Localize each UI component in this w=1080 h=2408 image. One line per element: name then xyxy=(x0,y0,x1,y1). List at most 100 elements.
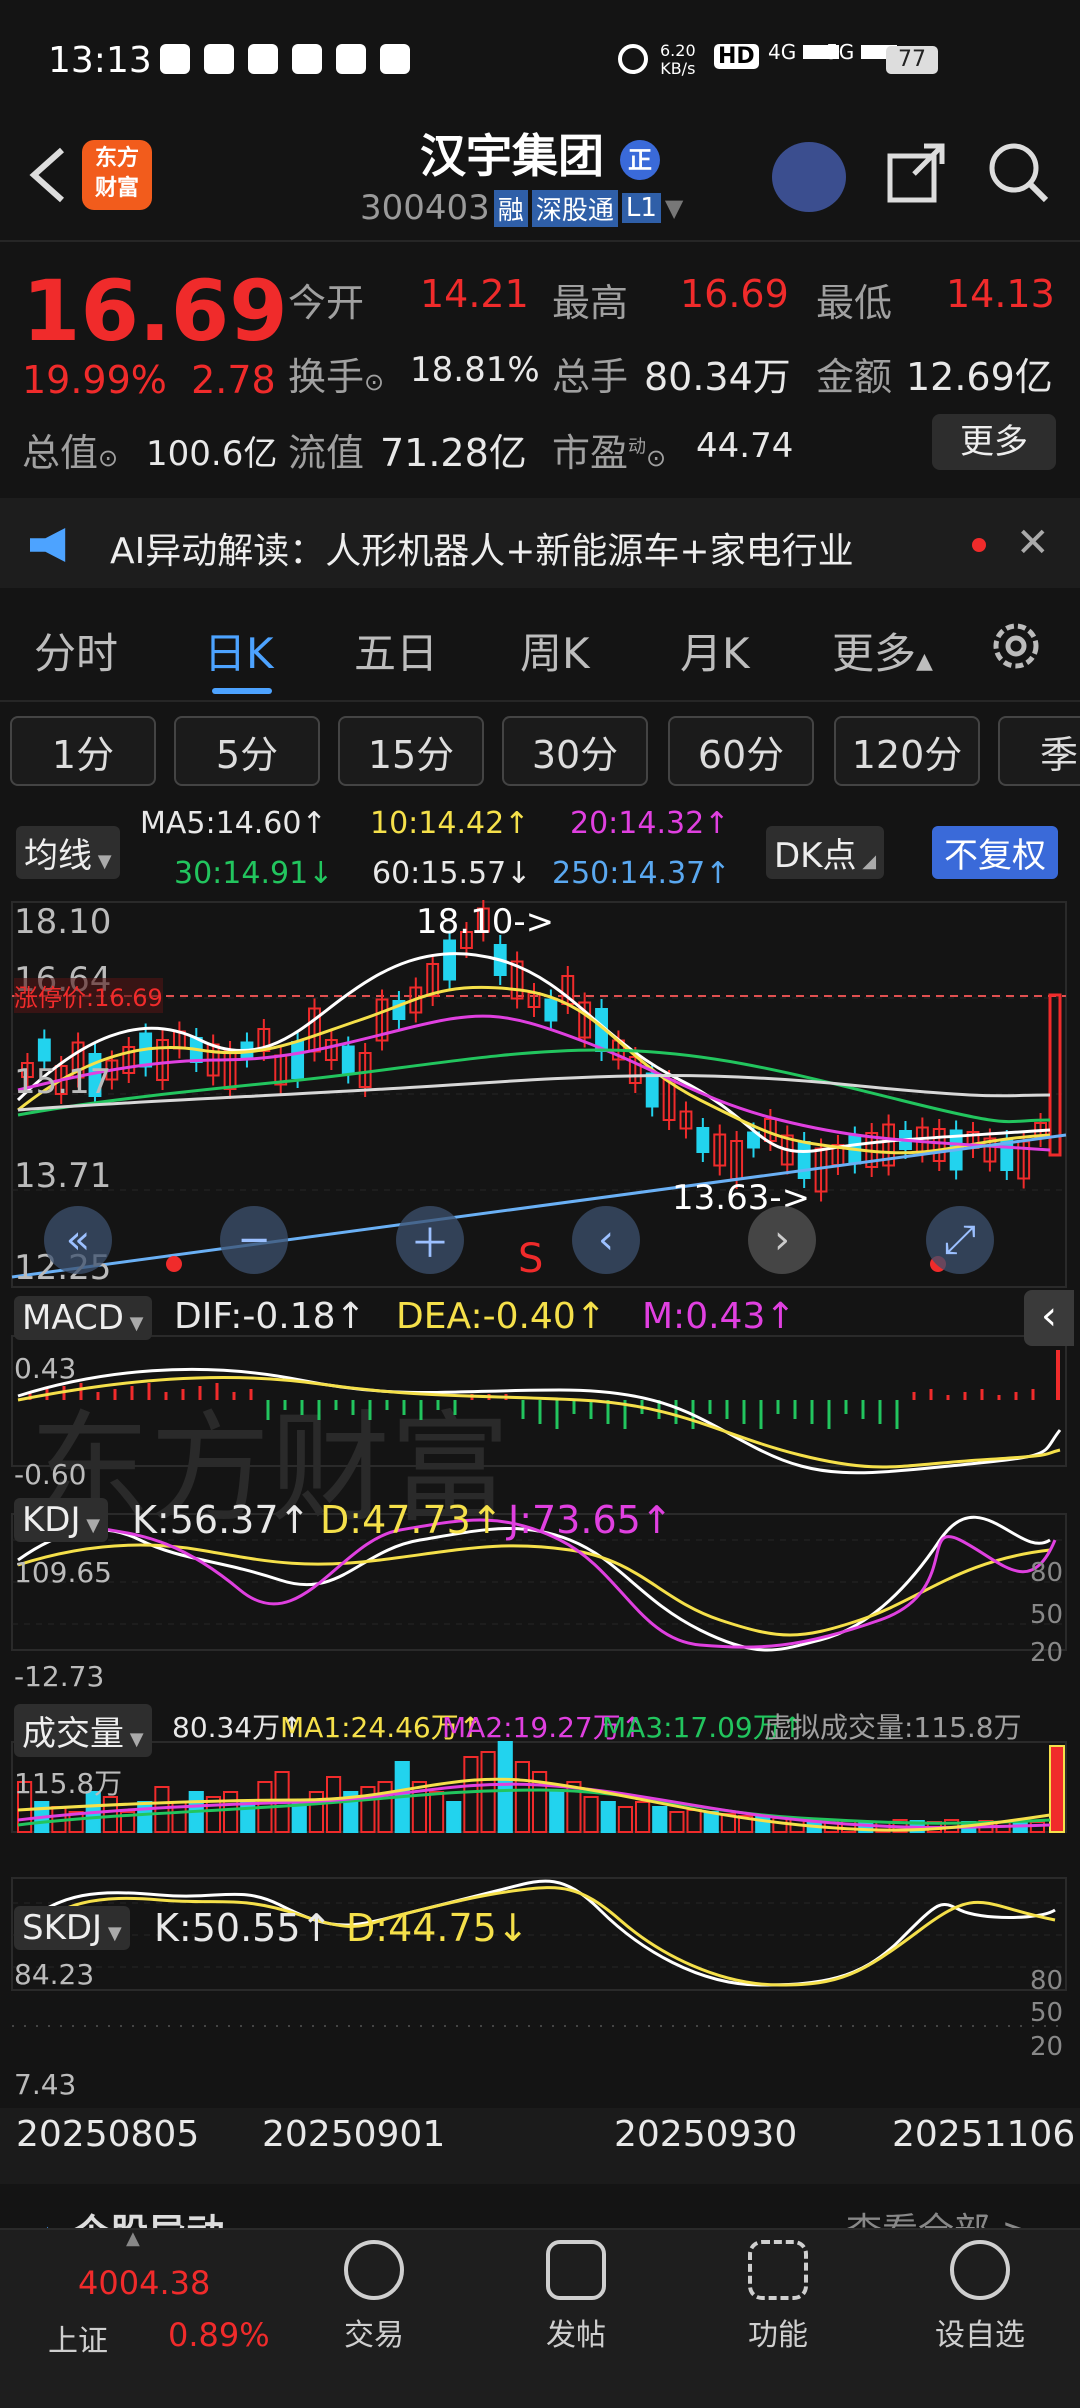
volume-bars xyxy=(17,1741,1065,1833)
logo-line2: 财富 xyxy=(94,176,139,201)
expand-icon: ⤢ xyxy=(944,1217,976,1263)
macd-axis-top: 0.43 xyxy=(14,1352,77,1385)
kdj-k: K:56.37↑ xyxy=(132,1498,311,1542)
app-icon xyxy=(248,44,278,74)
connect-tag: 深股通 xyxy=(531,189,618,227)
ma250-value: 250:14.37↑ xyxy=(552,856,731,891)
open-value: 14.21 xyxy=(420,272,529,316)
dk-point-select[interactable]: DK点 ◢ xyxy=(766,826,885,879)
zoom-in-button[interactable]: ＋ xyxy=(396,1206,464,1274)
nav-trade[interactable]: 交易 xyxy=(294,2240,454,2354)
fullscreen-button[interactable]: ⤢ xyxy=(926,1206,994,1274)
partial-section-header[interactable]: ▲ 个股异动 查看全部 > xyxy=(0,2184,1080,2228)
macd-select[interactable]: MACD ▼ xyxy=(14,1296,152,1340)
info-icon: ⊙ xyxy=(646,444,667,472)
virtual-volume: 虚拟成交量:115.8万 xyxy=(764,1711,1022,1744)
fuquan-button[interactable]: 不复权 xyxy=(932,826,1058,879)
tab-monthly-k[interactable]: 月K xyxy=(680,620,750,681)
ai-banner-text[interactable]: AI异动解读：人形机器人+新能源车+家电行业 xyxy=(110,522,854,574)
tab-more[interactable]: 更多▲ xyxy=(832,620,933,681)
unread-dot xyxy=(972,538,986,552)
skdj-select[interactable]: SKDJ ▼ xyxy=(14,1906,130,1950)
volume-bar xyxy=(686,1809,702,1833)
skdj-k: K:50.55↑ xyxy=(154,1906,333,1950)
chevron-left-icon: ‹ xyxy=(1041,1293,1057,1339)
logo-line1: 东方 xyxy=(94,146,139,171)
volume-bar xyxy=(617,1806,633,1833)
open-label: 今开 xyxy=(288,281,365,325)
period-15min[interactable]: 15分 xyxy=(338,716,484,786)
signal-5g-label: 5G xyxy=(826,40,855,64)
info-icon: ⊙ xyxy=(364,368,385,396)
macd-m: M:0.43↑ xyxy=(642,1296,796,1337)
eastmoney-logo[interactable]: 东方 财富 xyxy=(82,140,152,210)
volume-value: 80.34万 xyxy=(644,355,791,399)
ma-select[interactable]: 均线 ▼ xyxy=(16,826,120,879)
period-quarter[interactable]: 季 xyxy=(998,716,1080,786)
ma30-value: 30:14.91↓ xyxy=(174,856,334,891)
share-button[interactable] xyxy=(884,140,948,208)
battery-icon: 77 xyxy=(886,46,938,74)
search-icon xyxy=(989,143,1049,203)
app-icon xyxy=(292,44,322,74)
candle-body xyxy=(797,1141,811,1179)
nav-watchlist[interactable]: 设自选 xyxy=(900,2240,1060,2354)
more-button[interactable]: 更多 xyxy=(932,414,1056,470)
tab-more-label: 更多 xyxy=(832,629,917,678)
low-value: 14.13 xyxy=(946,272,1055,316)
price-axis-mid2: 15.17 xyxy=(14,1062,112,1102)
section-title-text: 个股异动 xyxy=(72,2211,224,2228)
period-5min[interactable]: 5分 xyxy=(174,716,320,786)
period-1min[interactable]: 1分 xyxy=(10,716,156,786)
tab-fenshi[interactable]: 分时 xyxy=(34,620,118,681)
ma-select-label: 均线 xyxy=(24,836,92,876)
next-button[interactable]: › xyxy=(748,1206,816,1274)
tab-daily-k[interactable]: 日K xyxy=(204,620,274,681)
pe-dynamic-tag: 动 xyxy=(628,436,647,458)
volume-select[interactable]: 成交量 ▼ xyxy=(14,1704,152,1757)
skdj-ref-50: 50 xyxy=(1030,1998,1064,2028)
collapse-panel-button[interactable]: ‹ xyxy=(1024,1290,1074,1346)
high-value: 16.69 xyxy=(680,272,789,316)
minus-icon: − xyxy=(237,1217,271,1263)
caret-up-icon: ▲ xyxy=(916,649,933,674)
period-120min[interactable]: 120分 xyxy=(834,716,980,786)
nav-post[interactable]: 发帖 xyxy=(496,2240,656,2354)
nav-functions-label: 功能 xyxy=(748,2318,808,2353)
volume-bar xyxy=(463,1756,479,1833)
period-60min[interactable]: 60分 xyxy=(668,716,814,786)
skdj-ref-20: 20 xyxy=(1030,2032,1064,2062)
stock-code-row[interactable]: 300403 融 深股通 L1 ▼ xyxy=(360,188,683,228)
chevron-up-icon: ▲ xyxy=(36,2219,59,2228)
close-button[interactable]: ✕ xyxy=(1016,520,1050,566)
signal-4g-label: 4G xyxy=(768,40,797,64)
stock-title[interactable]: 汉宇集团 正 xyxy=(420,120,661,186)
net-speed: 6.20 KB/s xyxy=(660,42,696,78)
high-label: 最高 xyxy=(552,281,629,325)
index-ticker[interactable]: ▲ 4004.38 上证 0.89% xyxy=(0,2228,280,2408)
settings-button[interactable] xyxy=(988,618,1044,678)
mcap-label-text: 总值 xyxy=(22,431,99,475)
robot-assistant-icon[interactable] xyxy=(772,142,846,212)
status-time: 13:13 xyxy=(48,40,152,81)
rewind-button[interactable]: « xyxy=(44,1206,112,1274)
tab-five-day[interactable]: 五日 xyxy=(354,620,438,681)
float-label: 流值 xyxy=(288,431,365,475)
gear-icon xyxy=(993,623,1039,669)
volume-bar xyxy=(137,1801,153,1833)
kdj-d-line xyxy=(17,1543,1051,1637)
zoom-out-button[interactable]: − xyxy=(220,1206,288,1274)
prev-button[interactable]: ‹ xyxy=(572,1206,640,1274)
kdj-select[interactable]: KDJ ▼ xyxy=(14,1498,109,1542)
volume-bar xyxy=(703,1811,719,1833)
nav-functions[interactable]: 功能 xyxy=(698,2240,858,2354)
close-icon: ✕ xyxy=(1016,520,1050,566)
back-button[interactable] xyxy=(20,140,80,210)
search-button[interactable] xyxy=(986,140,1050,208)
nav-post-label: 发帖 xyxy=(546,2318,606,2353)
status-app-icons xyxy=(160,44,410,74)
sell-signal-mark: S xyxy=(518,1236,544,1282)
tab-weekly-k[interactable]: 周K xyxy=(520,620,590,681)
view-all-link[interactable]: 查看全部 > xyxy=(846,2202,1032,2228)
period-30min[interactable]: 30分 xyxy=(502,716,648,786)
